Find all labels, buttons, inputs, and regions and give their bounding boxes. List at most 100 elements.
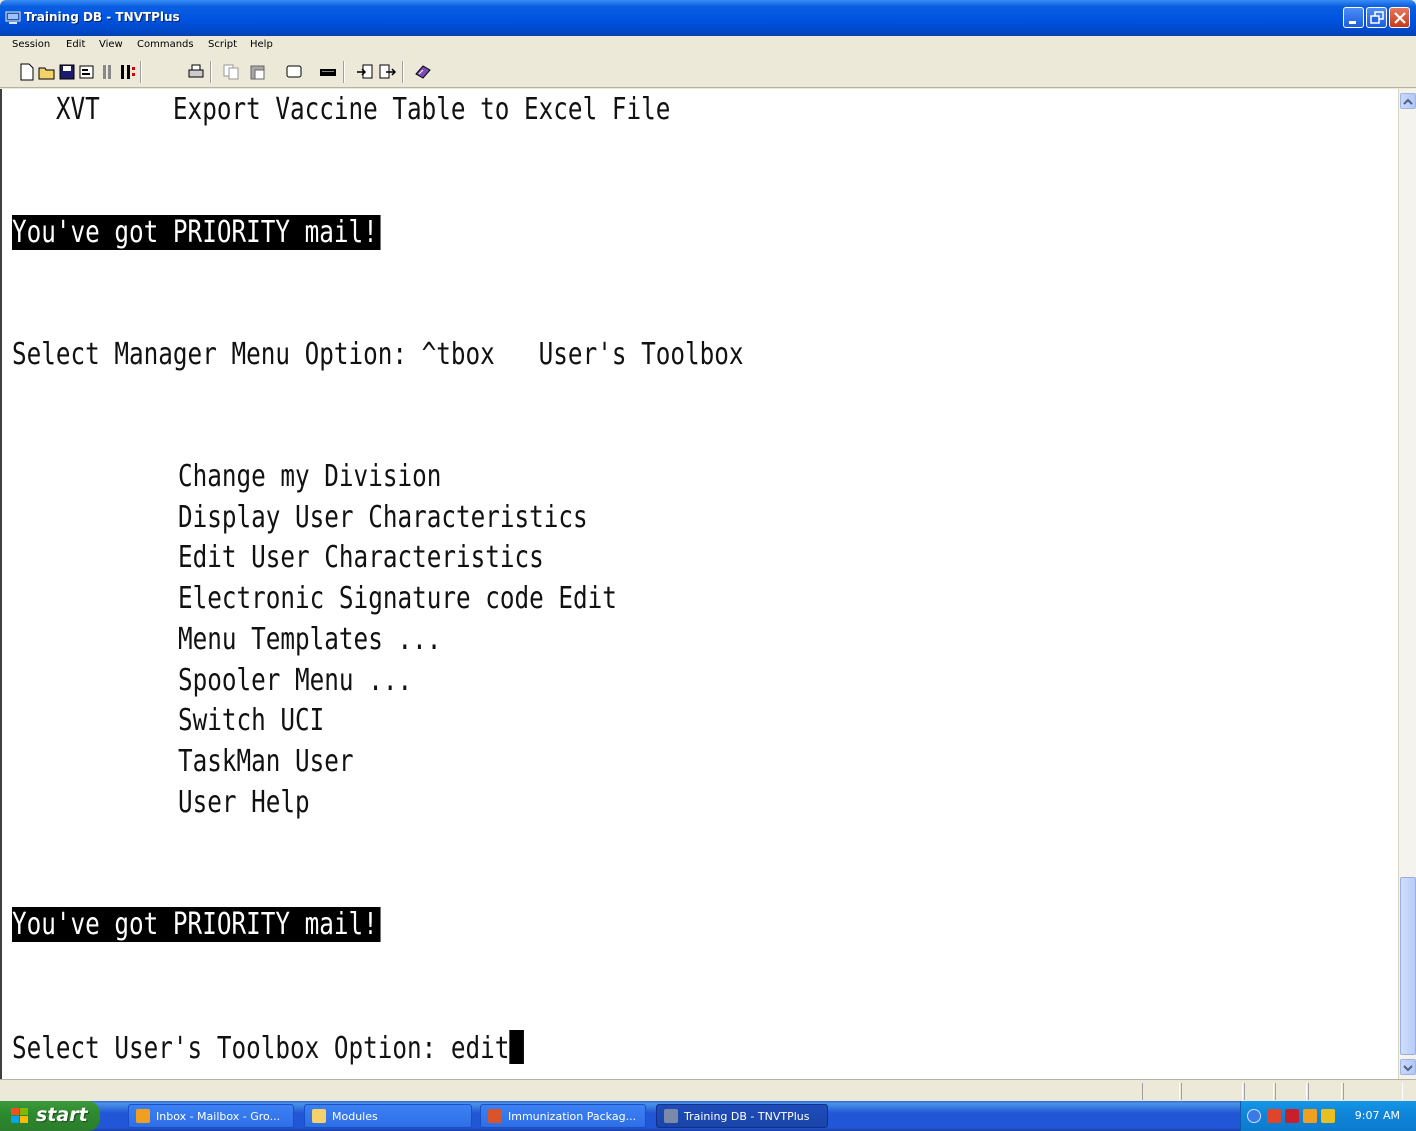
windows-flag-icon xyxy=(11,1108,28,1123)
paste-button[interactable] xyxy=(248,62,268,82)
connect-button[interactable] xyxy=(97,62,117,82)
minimize-button[interactable] xyxy=(1343,7,1364,28)
taskbar-item-label: Immunization Packag... xyxy=(508,1110,637,1123)
toolbar-separator xyxy=(402,61,404,83)
toolbar-separator xyxy=(343,61,345,83)
menu-bar: Session Edit View Commands Script Help xyxy=(0,36,1416,56)
priority-mail-banner: You've got PRIORITY mail! xyxy=(12,215,381,250)
disconnect-button[interactable] xyxy=(117,62,137,82)
print-icon xyxy=(188,64,204,78)
new-session-button[interactable] xyxy=(17,62,37,82)
receive-file-button[interactable] xyxy=(355,62,375,82)
toolbox-prompt-text: Select User's Toolbox Option: edit xyxy=(12,1031,510,1066)
status-cell xyxy=(1142,1083,1180,1100)
window-title: Training DB - TNVTPlus xyxy=(24,10,180,24)
copy-icon xyxy=(223,64,239,80)
system-tray: 9:07 AM xyxy=(1240,1101,1416,1131)
title-bar[interactable]: Training DB - TNVTPlus xyxy=(0,0,1416,36)
security-icon[interactable] xyxy=(1267,1109,1281,1123)
start-button[interactable]: start xyxy=(0,1101,100,1131)
outlook-icon xyxy=(136,1109,150,1123)
taskbar-item-inbox[interactable]: Inbox - Mailbox - Gro... xyxy=(128,1104,294,1128)
print-button[interactable] xyxy=(186,62,206,82)
send-file-button[interactable] xyxy=(377,62,397,82)
menu-script[interactable]: Script xyxy=(208,39,237,50)
taskbar-item-modules[interactable]: Modules xyxy=(304,1104,472,1128)
open-button[interactable] xyxy=(37,62,57,82)
text-cursor xyxy=(509,1030,524,1064)
close-icon xyxy=(1394,12,1406,24)
taskbar-item-training-db[interactable]: Training DB - TNVTPlus xyxy=(656,1104,828,1128)
toolbox-option: Menu Templates ... xyxy=(178,622,442,657)
taskbar-item-label: Inbox - Mailbox - Gro... xyxy=(156,1110,281,1123)
toolbox-option: Electronic Signature code Edit xyxy=(178,581,617,616)
toolbar-separator xyxy=(140,61,142,83)
status-cell xyxy=(1343,1083,1403,1100)
status-cell xyxy=(1308,1083,1342,1100)
toolbox-option: Switch UCI xyxy=(178,703,325,738)
help-book-icon xyxy=(415,65,431,79)
taskbar-item-label: Modules xyxy=(332,1110,378,1123)
restore-icon xyxy=(1370,11,1384,24)
close-button[interactable] xyxy=(1389,7,1410,28)
clock: 9:07 AM xyxy=(1354,1109,1400,1122)
status-bar xyxy=(0,1079,1416,1101)
status-cell xyxy=(1181,1083,1243,1100)
taskbar-item-label: Training DB - TNVTPlus xyxy=(684,1110,810,1123)
terminal-icon xyxy=(664,1109,678,1123)
start-label: start xyxy=(36,1104,88,1126)
scroll-up-button[interactable] xyxy=(1400,93,1416,109)
menu-commands[interactable]: Commands xyxy=(137,39,194,50)
minimize-icon xyxy=(1349,21,1356,24)
taskbar: start Inbox - Mailbox - Gro... Modules I… xyxy=(0,1101,1416,1131)
chevron-down-icon xyxy=(1403,1065,1413,1072)
menu-edit[interactable]: Edit xyxy=(66,39,85,50)
vertical-scrollbar[interactable] xyxy=(1398,89,1416,1079)
copy-button[interactable] xyxy=(221,62,241,82)
scroll-down-button[interactable] xyxy=(1400,1059,1416,1075)
receive-file-icon xyxy=(357,64,373,79)
terminal-screen[interactable]: XVT Export Vaccine Table to Excel File Y… xyxy=(0,89,1398,1079)
toolbox-option: Edit User Characteristics xyxy=(178,540,544,575)
screen-icon xyxy=(286,65,302,78)
show-hidden-icons-icon[interactable] xyxy=(1247,1109,1261,1123)
new-document-icon xyxy=(20,63,34,81)
menu-session[interactable]: Session xyxy=(12,39,50,50)
menu-help[interactable]: Help xyxy=(250,39,273,50)
send-file-icon xyxy=(379,64,397,79)
acrobat-icon[interactable] xyxy=(1285,1109,1299,1123)
disconnect-icon xyxy=(121,65,135,79)
menu-view[interactable]: View xyxy=(99,39,123,50)
toolbar-separator xyxy=(210,61,212,83)
toolbox-option: User Help xyxy=(178,785,310,820)
save-icon xyxy=(59,64,75,80)
powerpoint-icon xyxy=(488,1109,502,1123)
toolbox-option: Change my Division xyxy=(178,459,442,494)
open-folder-icon xyxy=(38,67,55,80)
terminal-line-xvt: XVT Export Vaccine Table to Excel File xyxy=(12,92,671,127)
restore-button[interactable] xyxy=(1366,7,1387,28)
toolbar xyxy=(0,56,1416,88)
toolbox-option: Spooler Menu ... xyxy=(178,663,413,698)
toolbox-option: Display User Characteristics xyxy=(178,500,588,535)
status-cell xyxy=(1244,1083,1274,1100)
help-button[interactable] xyxy=(413,62,433,82)
manager-menu-prompt: Select Manager Menu Option: ^tbox User's… xyxy=(12,337,744,372)
chevron-up-icon xyxy=(1403,98,1413,105)
scroll-thumb[interactable] xyxy=(1400,877,1416,1055)
taskbar-item-immunization[interactable]: Immunization Packag... xyxy=(480,1104,646,1128)
toolbox-option-prompt[interactable]: Select User's Toolbox Option: edit xyxy=(12,1030,524,1066)
keyboard-icon xyxy=(320,69,336,76)
folder-icon xyxy=(312,1109,326,1123)
status-cell xyxy=(1275,1083,1307,1100)
outlook-tray-icon[interactable] xyxy=(1303,1109,1317,1123)
priority-mail-banner-2: You've got PRIORITY mail! xyxy=(12,907,381,942)
shield-icon[interactable] xyxy=(1321,1109,1335,1123)
toolbox-option: TaskMan User xyxy=(178,744,354,779)
save-button[interactable] xyxy=(57,62,77,82)
keyboard-button[interactable] xyxy=(318,62,338,82)
properties-button[interactable] xyxy=(77,62,97,82)
properties-icon xyxy=(79,65,94,79)
paste-icon xyxy=(250,65,265,80)
screen-button[interactable] xyxy=(284,62,304,82)
